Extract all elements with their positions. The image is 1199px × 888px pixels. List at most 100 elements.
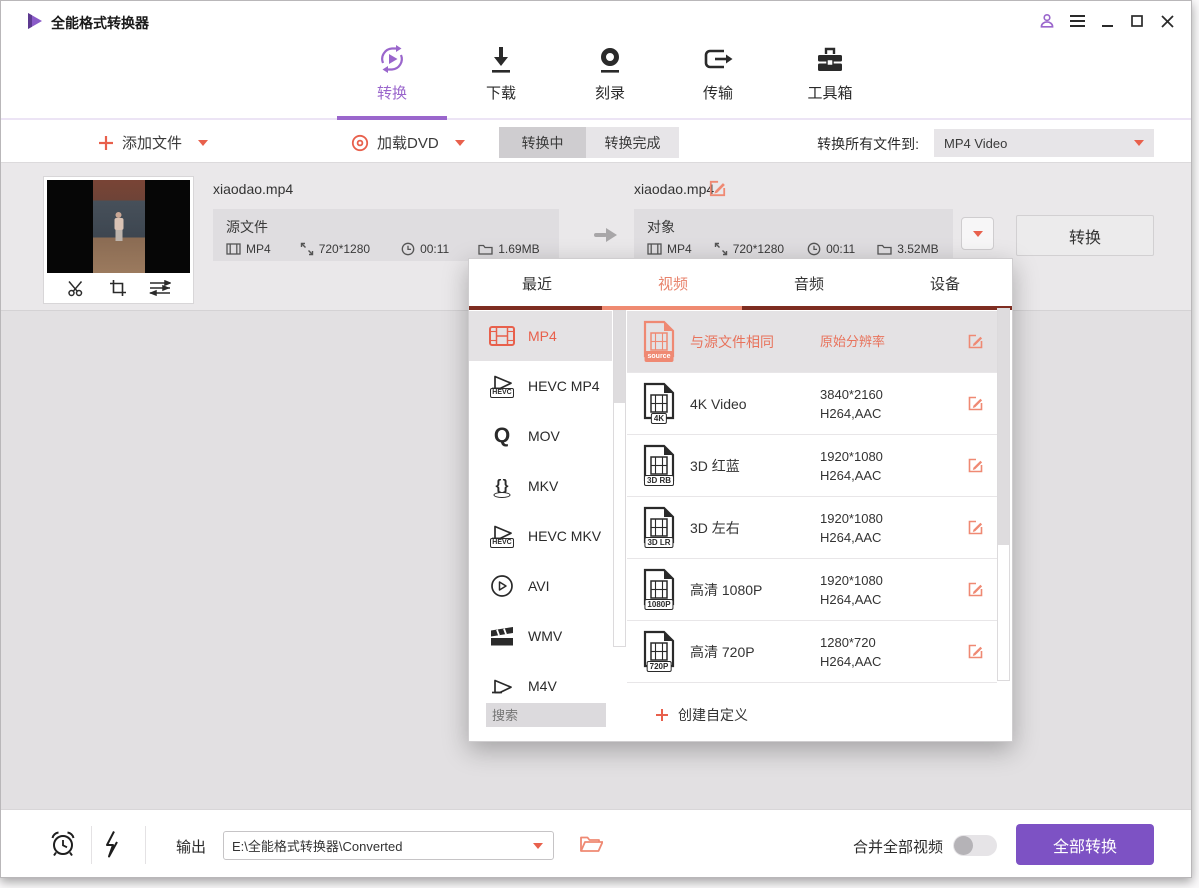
open-folder-button[interactable]	[579, 834, 603, 854]
folder-icon	[478, 243, 493, 255]
format-item-hevc-mkv[interactable]: HEVC HEVC MKV	[469, 511, 612, 561]
preset-list-scrollbar[interactable]	[997, 308, 1010, 681]
format-item-avi[interactable]: AVI	[469, 561, 612, 611]
preset-row-720p[interactable]: 720P 高清 720P 1280*720H264,AAC	[627, 621, 997, 683]
video-frame-preview	[93, 180, 145, 273]
popup-tab-active-indicator	[602, 306, 742, 310]
preset-resolution: 3840*2160	[820, 387, 883, 402]
preset-edit-button[interactable]	[967, 519, 984, 536]
preset-badge: 3D LR	[644, 537, 673, 548]
format-search-box	[486, 703, 606, 727]
preset-edit-button[interactable]	[967, 333, 984, 350]
tab-download[interactable]: 下载	[459, 43, 543, 103]
target-resolution-cell: 720*1280	[714, 242, 784, 256]
tab-burn[interactable]: 刻录	[568, 43, 652, 103]
mkv-braces-icon: { }	[487, 476, 517, 496]
toggle-knob	[954, 836, 973, 855]
preset-name: 高清 1080P	[690, 559, 762, 621]
source-filename: xiaodao.mp4	[213, 181, 293, 197]
close-button[interactable]	[1155, 9, 1179, 33]
hevc-play-icon: HEVC	[487, 375, 517, 398]
tab-convert[interactable]: 转换	[350, 43, 434, 103]
preset-row-1080p[interactable]: 1080P 高清 1080P 1920*1080H264,AAC	[627, 559, 997, 621]
minimize-button[interactable]	[1095, 9, 1119, 33]
video-thumbnail-card	[43, 176, 194, 304]
format-item-mov[interactable]: Q MOV	[469, 411, 612, 461]
preset-row-source[interactable]: source 与源文件相同 原始分辨率	[627, 311, 997, 373]
format-item-mp4[interactable]: MP4	[469, 311, 612, 361]
target-format-cell: MP4	[647, 242, 692, 256]
preset-edit-button[interactable]	[967, 643, 984, 660]
source-resolution-cell: 720*1280	[300, 242, 370, 256]
crop-button[interactable]	[109, 279, 127, 297]
format-search-input[interactable]	[486, 703, 606, 727]
source-size-cell: 1.69MB	[478, 242, 539, 256]
convert-row-button[interactable]: 转换	[1016, 215, 1154, 256]
preset-4k-icon: 4K	[643, 382, 675, 420]
high-speed-bolt-button[interactable]	[103, 830, 121, 858]
preset-row-4k[interactable]: 4K 4K Video 3840*2160H264,AAC	[627, 373, 997, 435]
preset-row-3d-rb[interactable]: 3D RB 3D 红蓝 1920*1080H264,AAC	[627, 435, 997, 497]
format-item-hevc-mp4[interactable]: HEVC HEVC MP4	[469, 361, 612, 411]
tab-download-label: 下载	[486, 82, 516, 103]
tab-transfer-label: 传输	[703, 82, 733, 103]
popup-tab-recent[interactable]: 最近	[469, 259, 605, 307]
convert-icon	[376, 43, 408, 75]
target-format-caret-icon	[973, 231, 983, 237]
popup-tab-audio[interactable]: 音频	[741, 259, 877, 307]
preset-row-3d-lr[interactable]: 3D LR 3D 左右 1920*1080H264,AAC	[627, 497, 997, 559]
thumbnail-toolbar	[44, 273, 193, 303]
format-label: M4V	[528, 678, 557, 694]
preset-edit-button[interactable]	[967, 457, 984, 474]
load-dvd-caret-icon	[455, 140, 465, 146]
schedule-alarm-button[interactable]	[49, 830, 77, 858]
source-format-cell: MP4	[226, 242, 271, 256]
popup-tab-device[interactable]: 设备	[877, 259, 1013, 307]
add-files-button[interactable]: 添加文件	[98, 132, 208, 153]
convert-all-button[interactable]: 全部转换	[1016, 824, 1154, 865]
load-dvd-label: 加载DVD	[377, 132, 439, 153]
add-files-caret-icon	[198, 140, 208, 146]
merge-videos-toggle[interactable]	[953, 835, 997, 856]
target-format-dropdown-button[interactable]	[961, 217, 994, 250]
format-item-mkv[interactable]: { } MKV	[469, 461, 612, 511]
output-format-caret-icon	[1134, 140, 1144, 146]
preset-edit-button[interactable]	[967, 581, 984, 598]
preset-list-scrollbar-thumb[interactable]	[998, 309, 1009, 545]
user-account-icon[interactable]	[1035, 9, 1059, 33]
tab-converting[interactable]: 转换中	[499, 127, 586, 158]
tab-toolbox[interactable]: 工具箱	[788, 43, 872, 103]
preset-resolution: 1280*720	[820, 635, 881, 650]
maximize-button[interactable]	[1125, 9, 1149, 33]
preset-edit-button[interactable]	[967, 395, 984, 412]
divider	[145, 826, 146, 864]
output-path-select[interactable]	[223, 831, 554, 860]
create-custom-button[interactable]: 创建自定义	[655, 705, 748, 725]
format-item-wmv[interactable]: WMV	[469, 611, 612, 661]
load-dvd-button[interactable]: 加载DVD	[351, 132, 465, 153]
film-icon	[226, 243, 241, 255]
format-list-scrollbar-thumb[interactable]	[614, 310, 625, 403]
trim-scissors-button[interactable]	[67, 280, 87, 297]
popup-tab-audio-label: 音频	[794, 273, 824, 294]
target-duration: 00:11	[826, 242, 855, 256]
resolution-icon	[300, 242, 314, 256]
output-format-dropdown[interactable]: MP4 Video	[934, 129, 1154, 157]
preset-name: 与源文件相同	[690, 311, 774, 373]
preset-badge: 1080P	[644, 599, 673, 610]
popup-tab-video[interactable]: 视频	[605, 259, 741, 307]
preset-name: 高清 720P	[690, 621, 755, 683]
source-info-box: 源文件 MP4 720*1280 00:11	[213, 209, 559, 261]
format-list-scrollbar[interactable]	[613, 309, 626, 647]
format-item-m4v[interactable]: M4V	[469, 661, 612, 697]
preset-resolution: 1920*1080	[820, 449, 883, 464]
tab-transfer[interactable]: 传输	[676, 43, 760, 103]
tab-finished[interactable]: 转换完成	[586, 127, 679, 158]
effects-sliders-button[interactable]	[149, 280, 171, 296]
rename-edit-button[interactable]	[708, 179, 727, 198]
resolution-icon	[714, 242, 728, 256]
output-path-input[interactable]	[224, 838, 533, 853]
target-duration-cell: 00:11	[807, 242, 855, 256]
format-list: MP4 HEVC HEVC MP4 Q MOV { } MKV HEVC HEV	[469, 311, 612, 697]
menu-icon[interactable]	[1065, 9, 1089, 33]
